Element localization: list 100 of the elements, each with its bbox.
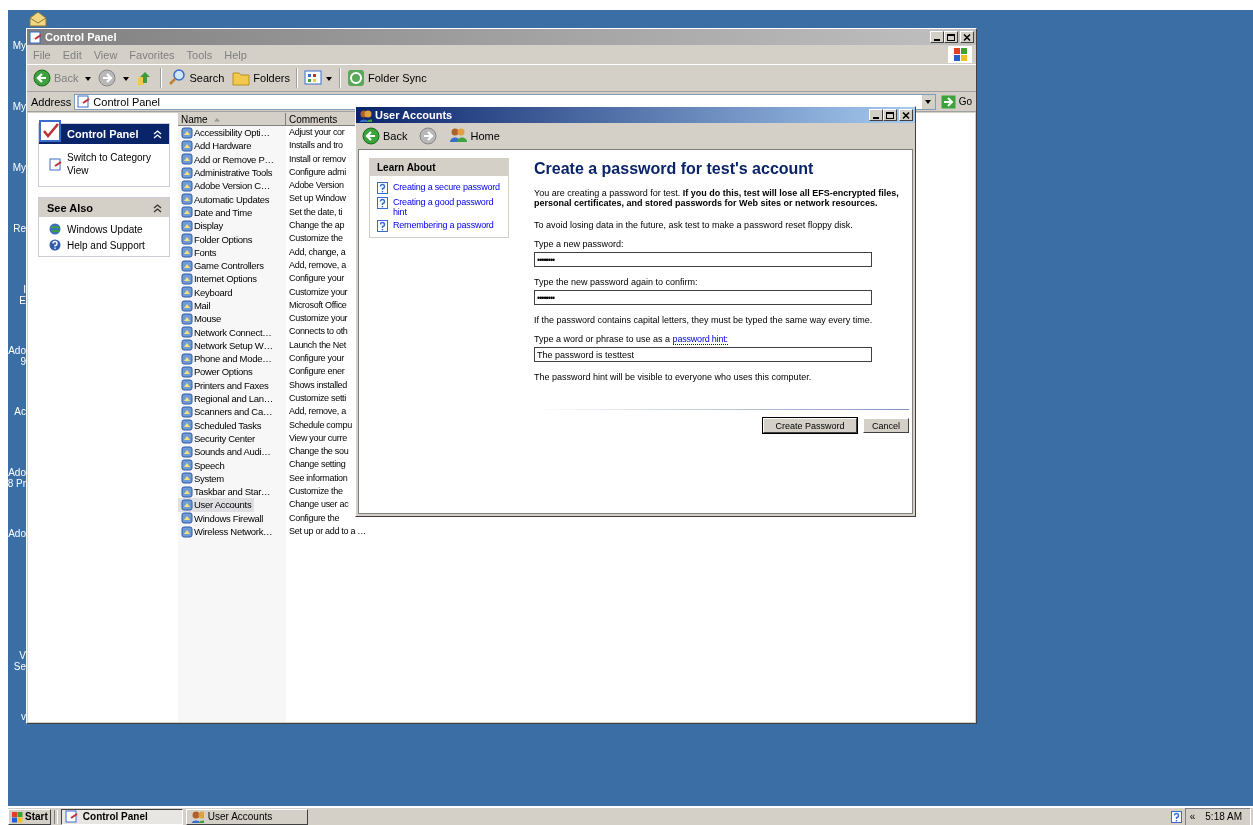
folders-button[interactable]: Folders [230,68,292,88]
comment-text: Microsoft Office [289,298,347,312]
list-item[interactable]: Mail [178,298,214,313]
list-item[interactable]: Wireless Network… [178,524,276,539]
list-item[interactable]: Scheduled Tasks [178,418,265,432]
desktop-icon-label[interactable]: Ac [14,406,26,467]
list-item[interactable]: Regional and Lan… [178,391,276,406]
help-link[interactable]: password hint: [672,334,728,345]
list-item[interactable]: Add or Remove P… [178,152,277,166]
control-panel-icon [39,120,63,142]
go-button[interactable]: Go [938,94,974,109]
tray-expand-button[interactable]: « [1189,811,1196,822]
desktop-icon-label[interactable]: Re [13,223,26,284]
search-button[interactable]: Search [166,68,227,88]
panel-header[interactable]: See Also [39,198,169,217]
maximize-button[interactable] [883,109,897,121]
control-panel-icon [77,95,91,108]
desktop-icon-label[interactable]: My [12,162,26,223]
applet-icon [181,525,193,538]
collapse-chevron-icon [153,202,162,213]
taskbar-button[interactable]: User Accounts [185,808,308,825]
comment-text: Set up Window [289,192,346,206]
desktop-icon-label[interactable]: My [12,101,26,162]
list-item[interactable]: Phone and Mode… [178,352,275,366]
list-item[interactable]: Sounds and Audi… [178,445,274,459]
help-icon[interactable] [1170,810,1182,823]
sidebar-link[interactable]: Help and Support [49,239,161,252]
sort-arrow-icon [212,116,221,122]
hint-field[interactable]: The password is testtest [534,347,872,362]
list-item[interactable]: Mouse [178,312,224,326]
folder-sync-button[interactable]: Folder Sync [345,68,429,88]
dialog-button[interactable]: Create Password [763,418,857,433]
sidebar-link[interactable]: Windows Update [49,223,161,236]
list-item[interactable]: Printers and Faxes [178,378,272,392]
list-item[interactable]: Security Center [178,431,258,446]
column-header[interactable]: Name [178,113,286,126]
comment-text: Change setting [289,458,346,472]
views-button[interactable] [302,68,335,88]
dropdown-button[interactable] [921,94,935,109]
comment-text: Add, change, a [289,245,346,259]
close-button[interactable] [899,109,913,121]
help-link[interactable]: Creating a secure password [393,182,500,192]
applet-icon [181,392,193,405]
comment-text: Configure your [289,352,344,366]
desktop-icon-label[interactable]: Ado 9 [8,345,26,406]
forward-button[interactable] [96,68,119,88]
column-header[interactable]: Comments [286,113,356,126]
back-button[interactable]: Back [360,126,410,146]
desktop-icon-label[interactable]: My [12,40,26,101]
list-item[interactable]: Network Connect… [178,325,275,339]
home-button[interactable]: Home [447,126,502,146]
help-link[interactable]: Creating a good password hint [393,197,505,217]
list-item[interactable]: Taskbar and Star… [178,485,274,499]
maximize-icon [947,33,955,41]
forward-button[interactable] [417,126,440,146]
list-item[interactable]: Windows Firewall [178,511,267,525]
list-item[interactable]: Automatic Updates [178,192,273,206]
start-button[interactable]: Start [8,808,51,825]
list-item[interactable]: Power Options [178,365,256,379]
help-icon [377,182,388,194]
list-item[interactable]: Administrative Tools [178,165,276,180]
address-field[interactable]: Control Panel [74,93,936,110]
desktop-icon-label[interactable]: I E [19,284,26,345]
applet-icon [181,219,193,232]
views-icon [304,69,322,87]
minimize-button[interactable] [869,109,883,121]
list-item[interactable]: System [178,471,227,485]
desktop-icon-label[interactable]: v [21,711,26,772]
list-item[interactable]: Date and Time [178,205,255,220]
list-item[interactable]: Network Setup W… [178,338,276,353]
list-item[interactable]: Keyboard [178,285,236,299]
applet-icon [181,233,193,245]
desktop-icon-label[interactable]: V Se [13,650,26,711]
password-field[interactable]: •••••••• [534,290,872,305]
list-item[interactable]: Accessibility Opti… [178,126,273,140]
list-item[interactable]: User Accounts [178,498,255,512]
list-item[interactable]: Internet Options [178,272,260,286]
help-link[interactable]: Remembering a password [393,220,494,230]
desktop-icon-label[interactable]: Ado [8,528,26,589]
desktop-icon-label[interactable]: Ado 8 Pr [8,467,26,528]
applet-icon [181,445,193,458]
collapse-chevron-icon [153,129,162,139]
taskbar-button[interactable]: Control Panel [60,808,183,825]
list-item[interactable]: Adobe Version C… [178,179,273,193]
list-item[interactable]: Scanners and Ca… [178,405,276,419]
folder-icon [232,69,251,87]
search-icon [168,69,187,87]
list-item[interactable]: Speech [178,458,228,472]
list-item[interactable]: Add Hardware [178,139,255,153]
dialog-button[interactable]: Cancel [863,418,909,433]
applet-icon [181,459,193,472]
list-item[interactable]: Display [178,219,227,233]
sidebar-link[interactable]: Switch to Category View [49,151,161,177]
list-item[interactable]: Game Controllers [178,258,267,273]
list-item[interactable]: Fonts [178,245,220,259]
list-item[interactable]: Folder Options [178,232,256,246]
applet-icon [181,312,193,325]
desktop-shortcut-icon[interactable] [27,10,49,28]
dropdown-caret-icon [122,74,131,82]
password-field[interactable]: •••••••• [534,252,872,267]
